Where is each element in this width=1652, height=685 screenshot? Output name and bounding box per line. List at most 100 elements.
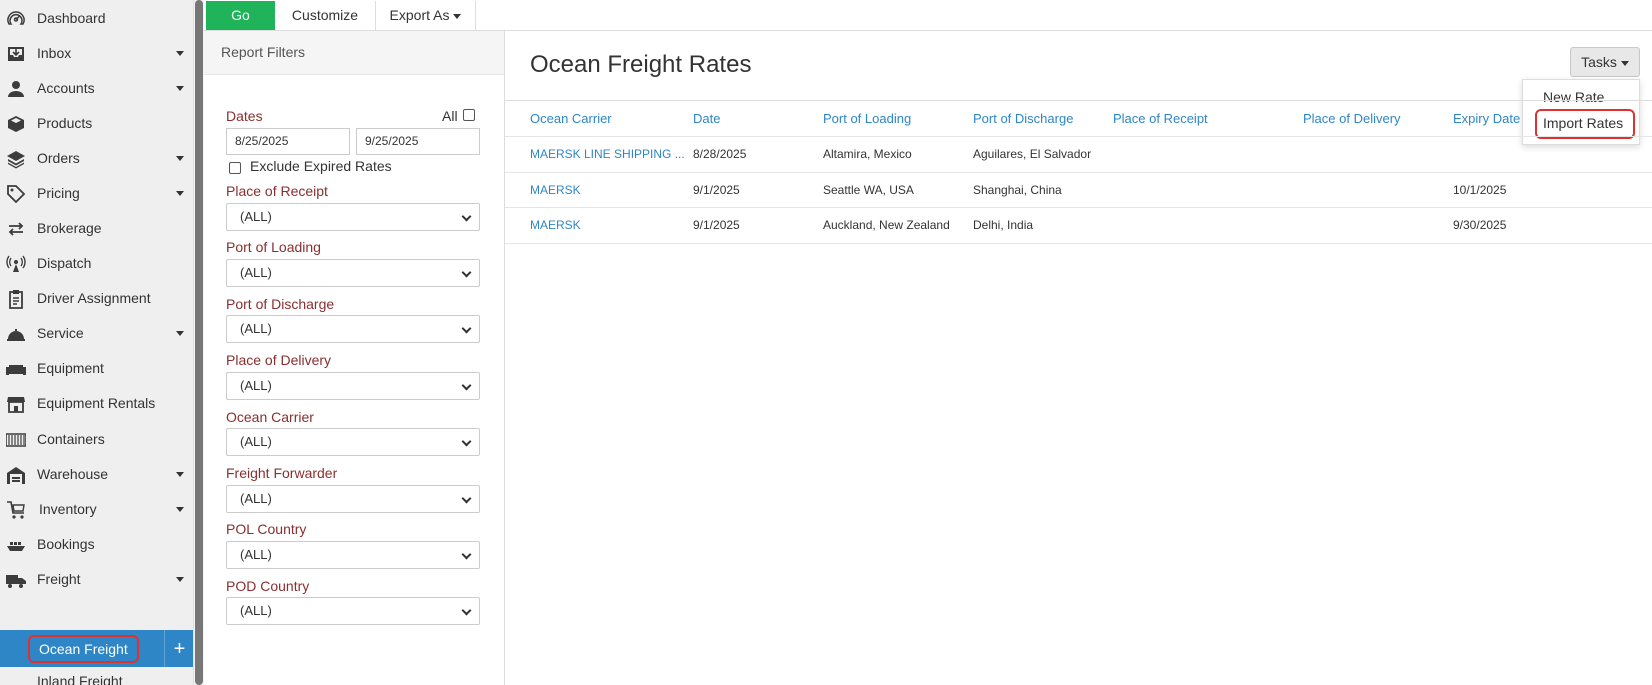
ocean-carrier-select[interactable]: (ALL) xyxy=(226,428,480,456)
port-of-loading-label: Port of Loading xyxy=(226,239,321,255)
chevron-down-icon[interactable] xyxy=(176,86,184,91)
column-header-port-of-discharge[interactable]: Port of Discharge xyxy=(973,111,1073,126)
sidebar-item-label: Inventory xyxy=(39,501,97,517)
sidebar-item-containers[interactable]: Containers xyxy=(0,421,193,458)
sidebar-item-label: Accounts xyxy=(37,80,95,96)
date-to-input[interactable]: 9/25/2025 xyxy=(356,128,480,155)
table-divider xyxy=(505,100,1652,101)
caret-down-icon xyxy=(453,13,462,19)
column-header-place-of-receipt[interactable]: Place of Receipt xyxy=(1113,111,1208,126)
customize-label: Customize xyxy=(291,7,359,23)
cart-icon xyxy=(6,500,26,520)
table-cell: Shanghai, China xyxy=(973,183,1062,197)
table-divider xyxy=(505,136,1652,137)
table-cell: 8/28/2025 xyxy=(693,147,747,161)
table-cell: 9/30/2025 xyxy=(1453,218,1507,232)
table-cell: 9/1/2025 xyxy=(693,183,740,197)
ship-icon xyxy=(6,535,26,555)
sidebar-item-label: Service xyxy=(37,325,84,341)
sidebar-scrollbar[interactable] xyxy=(194,0,204,685)
table-cell: Seattle WA, USA xyxy=(823,183,914,197)
all-checkbox[interactable] xyxy=(463,109,475,121)
chevron-down-icon[interactable] xyxy=(176,191,184,196)
pod-country-label: POD Country xyxy=(226,578,310,594)
table-cell: Delhi, India xyxy=(973,218,1034,232)
date-from-input[interactable]: 8/25/2025 xyxy=(226,128,350,155)
scrollbar-thumb[interactable] xyxy=(195,0,203,685)
pod-country-select[interactable]: (ALL) xyxy=(226,597,480,625)
sidebar-item-label: Inland Freight xyxy=(37,673,123,685)
sidebar-item-warehouse[interactable]: Warehouse xyxy=(0,456,193,493)
export-as-button[interactable]: Export As xyxy=(376,1,476,30)
chevron-down-icon[interactable] xyxy=(176,156,184,161)
chevron-down-icon[interactable] xyxy=(176,472,184,477)
place-of-delivery-select[interactable]: (ALL) xyxy=(226,372,480,400)
table-divider xyxy=(505,243,1652,244)
customize-button[interactable]: Customize xyxy=(275,1,376,30)
place-of-receipt-label: Place of Receipt xyxy=(226,183,328,199)
column-header-expiry-date[interactable]: Expiry Date xyxy=(1453,111,1520,126)
column-header-date[interactable]: Date xyxy=(693,111,720,126)
sidebar-item-inventory[interactable]: Inventory xyxy=(0,491,193,528)
sidebar-item-driver-assignment[interactable]: Driver Assignment xyxy=(0,280,193,317)
truck-icon xyxy=(6,570,26,590)
sidebar-item-label: Orders xyxy=(37,150,80,166)
chevron-down-icon[interactable] xyxy=(176,577,184,582)
sidebar-item-equipment-rentals[interactable]: Equipment Rentals xyxy=(0,385,193,422)
exclude-expired-checkbox[interactable] xyxy=(229,162,241,174)
sidebar-item-dispatch[interactable]: Dispatch xyxy=(0,245,193,282)
sidebar-item-pricing[interactable]: Pricing xyxy=(0,175,193,212)
sidebar-item-label: Ocean Freight xyxy=(28,635,139,663)
port-of-loading-select[interactable]: (ALL) xyxy=(226,259,480,287)
sidebar-item-bookings[interactable]: Bookings xyxy=(0,526,193,563)
column-header-place-of-delivery[interactable]: Place of Delivery xyxy=(1303,111,1401,126)
sidebar-item-label: Containers xyxy=(37,431,105,447)
sidebar-item-products[interactable]: Products xyxy=(0,105,193,142)
tasks-label: Tasks xyxy=(1581,54,1617,70)
broadcast-icon xyxy=(6,254,26,274)
chevron-down-icon[interactable] xyxy=(176,51,184,56)
sidebar-item-label: Dispatch xyxy=(37,255,92,271)
sidebar-item-service[interactable]: Service xyxy=(0,315,193,352)
container-icon xyxy=(6,430,26,450)
sidebar-item-accounts[interactable]: Accounts xyxy=(0,70,193,107)
sidebar-item-inbox[interactable]: Inbox xyxy=(0,35,193,72)
box-icon xyxy=(6,114,26,134)
tasks-button[interactable]: Tasks xyxy=(1570,47,1640,77)
port-of-discharge-select[interactable]: (ALL) xyxy=(226,315,480,343)
sidebar-item-orders[interactable]: Orders xyxy=(0,140,193,177)
storefront-icon xyxy=(6,394,26,414)
sidebar-item-label: Bookings xyxy=(37,536,95,552)
table-cell: Auckland, New Zealand xyxy=(823,218,950,232)
table-cell-link[interactable]: MAERSK LINE SHIPPING ... xyxy=(530,147,685,161)
clipboard-icon xyxy=(6,289,26,309)
column-header-ocean-carrier[interactable]: Ocean Carrier xyxy=(530,111,612,126)
filters-title: Report Filters xyxy=(221,44,306,60)
bell-icon xyxy=(6,324,26,344)
report-toolbar: Go Customize Export As xyxy=(204,0,1652,31)
chevron-down-icon[interactable] xyxy=(176,331,184,336)
sidebar-item-brokerage[interactable]: Brokerage xyxy=(0,210,193,247)
sidebar-item-label: Equipment xyxy=(37,360,104,376)
menu-item-new-rate[interactable]: New Rate xyxy=(1523,85,1639,109)
go-button[interactable]: Go xyxy=(206,1,275,30)
tag-icon xyxy=(6,184,26,204)
sidebar-item-dashboard[interactable]: Dashboard xyxy=(0,0,193,37)
pol-country-select[interactable]: (ALL) xyxy=(226,541,480,569)
sidebar: Dashboard Inbox Accounts Products Orders… xyxy=(0,0,194,685)
sidebar-item-equipment[interactable]: Equipment xyxy=(0,350,193,387)
column-header-port-of-loading[interactable]: Port of Loading xyxy=(823,111,911,126)
add-icon[interactable]: + xyxy=(164,630,193,667)
place-of-receipt-select[interactable]: (ALL) xyxy=(226,203,480,231)
freight-forwarder-select[interactable]: (ALL) xyxy=(226,485,480,513)
menu-item-import-rates[interactable]: Import Rates xyxy=(1523,111,1639,135)
table-cell-link[interactable]: MAERSK xyxy=(530,218,581,232)
sidebar-item-ocean-freight[interactable]: Ocean Freight + xyxy=(0,630,193,667)
sidebar-item-freight[interactable]: Freight xyxy=(0,561,193,598)
sidebar-item-inland-freight[interactable]: Inland Freight xyxy=(0,667,193,685)
sidebar-item-label: Inbox xyxy=(37,45,72,61)
chevron-down-icon[interactable] xyxy=(176,507,184,512)
table-cell-link[interactable]: MAERSK xyxy=(530,183,581,197)
warehouse-icon xyxy=(6,465,26,485)
sidebar-item-label: Products xyxy=(37,115,93,131)
